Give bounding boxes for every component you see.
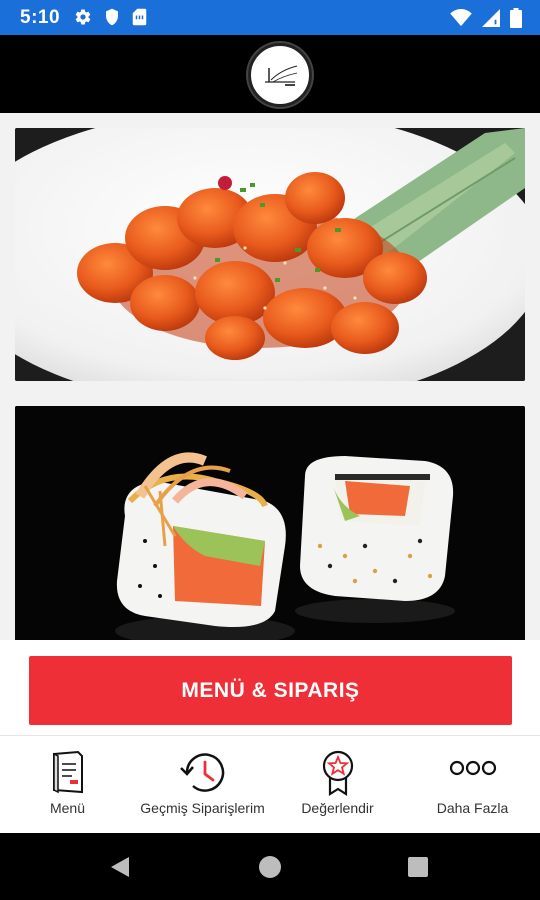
fried-chicken-dish-photo bbox=[15, 128, 525, 381]
recents-icon[interactable] bbox=[378, 833, 458, 900]
menu-order-button[interactable]: MENÜ & SIPARIŞ bbox=[29, 656, 512, 725]
more-dots-icon bbox=[449, 758, 497, 783]
status-bar: 5:10 bbox=[0, 0, 540, 35]
bottom-nav: Menü Geçmiş Siparişlerim Değerlendir Dah… bbox=[0, 735, 540, 833]
signal-icon bbox=[482, 9, 500, 32]
cta-area: MENÜ & SIPARIŞ bbox=[0, 640, 540, 735]
sushi-rolls-photo bbox=[15, 406, 525, 640]
nav-item-more[interactable]: Daha Fazla bbox=[405, 736, 540, 834]
gear-icon bbox=[74, 8, 92, 31]
nav-label-menu: Menü bbox=[49, 800, 86, 816]
history-clock-icon bbox=[179, 750, 227, 801]
nav-item-rate[interactable]: Değerlendir bbox=[270, 736, 405, 834]
status-right-icons bbox=[450, 8, 522, 33]
nav-item-history[interactable]: Geçmiş Siparişlerim bbox=[135, 736, 270, 834]
wifi-icon bbox=[450, 9, 472, 32]
content-area[interactable] bbox=[0, 113, 540, 640]
status-time: 5:10 bbox=[20, 7, 61, 28]
shield-icon bbox=[104, 8, 120, 31]
nav-item-menu[interactable]: Menü bbox=[0, 736, 135, 834]
battery-icon bbox=[510, 8, 522, 33]
nav-label-more: Daha Fazla bbox=[436, 800, 509, 816]
back-icon[interactable] bbox=[80, 833, 160, 900]
status-left-icons bbox=[74, 8, 147, 31]
home-icon[interactable] bbox=[230, 833, 310, 900]
nav-label-history: Geçmiş Siparişlerim bbox=[140, 800, 265, 816]
restaurant-logo[interactable] bbox=[248, 43, 312, 107]
menu-book-icon bbox=[50, 750, 86, 799]
sim-card-icon bbox=[132, 8, 147, 31]
system-nav-bar bbox=[0, 833, 540, 900]
nav-label-rate: Değerlendir bbox=[301, 800, 374, 816]
rating-badge-icon bbox=[321, 750, 355, 801]
